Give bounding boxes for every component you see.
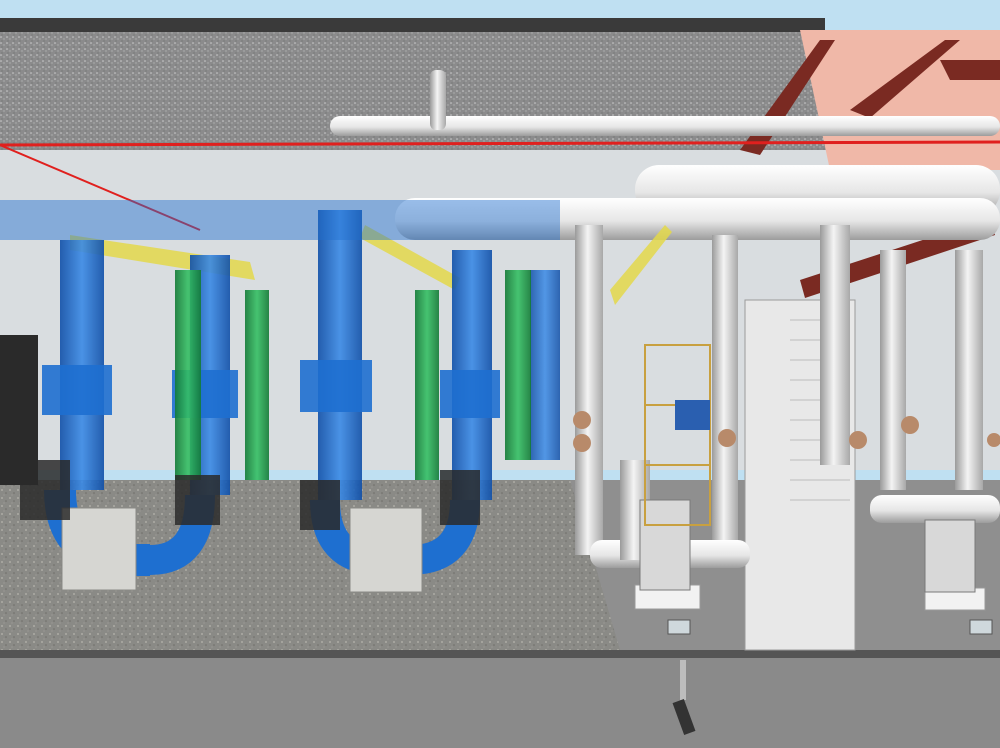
pump-motor (175, 475, 220, 525)
floor-drain (969, 619, 993, 635)
green-return-pipe (245, 290, 269, 480)
modeled-white-pipe (820, 225, 850, 465)
blue-header-pipe (0, 200, 560, 240)
equipment-box (675, 400, 710, 430)
modeled-white-pipe (712, 235, 738, 555)
bim-scene (0, 0, 1000, 748)
steel-beam (940, 60, 1000, 80)
valve-bronze (718, 429, 736, 447)
blue-riser (530, 270, 560, 460)
valve-bronze (573, 411, 591, 429)
pump-base (349, 507, 423, 593)
pump-body (639, 499, 691, 591)
roof-slab-edge (0, 18, 825, 32)
door-opening (0, 335, 38, 485)
floor-slab (0, 655, 1000, 748)
valve-bronze (849, 431, 867, 449)
pump-motor (440, 470, 480, 525)
pump-body (924, 519, 976, 593)
modeled-white-pipe (955, 250, 983, 490)
floor-drain (667, 619, 691, 635)
green-return-pipe (505, 270, 531, 460)
valve-bronze (901, 416, 919, 434)
modeled-ceiling (800, 30, 1000, 170)
modeled-white-pipe (430, 70, 446, 130)
modeled-white-pipe (870, 495, 1000, 523)
modeled-white-pipe (575, 225, 603, 555)
pipe-hanger (680, 660, 686, 700)
pump-base (61, 507, 137, 591)
modeled-white-pipe (880, 250, 906, 490)
green-return-pipe (415, 290, 439, 480)
green-return-pipe (175, 270, 201, 480)
floor-slab-top (0, 650, 1000, 658)
valve-bronze (573, 434, 591, 452)
pump-motor (300, 480, 340, 530)
